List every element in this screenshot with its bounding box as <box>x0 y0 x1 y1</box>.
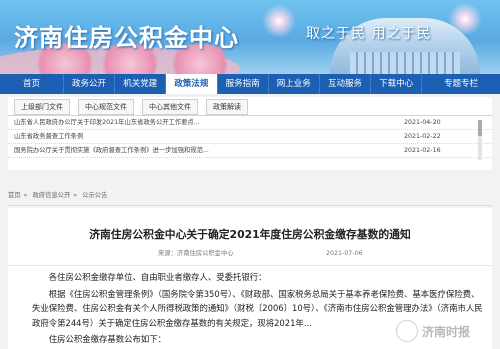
site-title: 济南住房公积金中心 <box>14 24 239 52</box>
breadcrumb-announcements[interactable]: 公示公告 <box>82 192 107 199</box>
list-item[interactable]: 山东省政务督查工作条例 2021-02-22 <box>8 130 492 144</box>
subnav-superior-documents[interactable]: 上级部门文件 <box>14 99 70 115</box>
breadcrumb-separator: » <box>73 192 78 199</box>
document-list: 山东省人民政府办公厅关于印发2021年山东省政务公开工作要点... 2021-0… <box>8 116 492 170</box>
nav-download-center[interactable]: 下载中心 <box>371 74 423 94</box>
breadcrumb: 首页» 政府信息公开» 公示公告 <box>8 190 110 202</box>
subnav-center-other-documents[interactable]: 中心其他文件 <box>142 99 198 115</box>
main-navigation: 首页 政务公开 机关党建 政策法规 服务指南 网上业务 互动服务 下载中心 专题… <box>0 74 500 94</box>
nav-government-affairs[interactable]: 政务公开 <box>64 74 116 94</box>
header-banner: 济南住房公积金中心 取之于民 用之于民 <box>0 0 500 74</box>
list-item-title[interactable]: 国务院办公厅关于贯彻实施《政府督查工作条例》进一步加强和规范... <box>14 147 209 154</box>
firework-decoration <box>262 4 296 38</box>
subnav-policy-interpretation[interactable]: 政策解读 <box>206 99 248 115</box>
nav-party-building[interactable]: 机关党建 <box>115 74 167 94</box>
site-slogan: 取之于民 用之于民 <box>306 26 432 42</box>
list-item[interactable]: 山东省人民政府办公厅关于印发2021年山东省政务公开工作要点... 2021-0… <box>8 116 492 130</box>
list-item[interactable]: 国务院办公厅关于贯彻实施《政府督查工作条例》进一步加强和规范... 2021-0… <box>8 144 492 158</box>
article-date: 2021-07-06 <box>326 250 363 257</box>
list-item-title[interactable]: 山东省人民政府办公厅关于印发2021年山东省政务公开工作要点... <box>14 119 200 126</box>
breadcrumb-separator: » <box>23 192 28 199</box>
nav-interactive-service[interactable]: 互动服务 <box>320 74 372 94</box>
article-paragraph: 各住房公积金缴存单位、自由职业者缴存人、受委托银行： <box>48 272 267 282</box>
article-meta: 来源：济南住房公积金中心 2021-07-06 <box>8 248 492 266</box>
nav-home[interactable]: 首页 <box>0 74 64 94</box>
article-title: 济南住房公积金中心关于确定2021年度住房公积金缴存基数的通知 <box>89 228 411 241</box>
nav-policies[interactable]: 政策法规 <box>166 74 218 94</box>
list-item-title[interactable]: 山东省政务督查工作条例 <box>14 133 83 140</box>
divider <box>8 205 492 206</box>
watermark-text: 济南时报 <box>422 324 471 339</box>
nav-online-business[interactable]: 网上业务 <box>269 74 320 94</box>
watermark-logo-icon <box>396 320 418 342</box>
list-item-date: 2021-04-20 <box>404 119 441 126</box>
subnav-center-regulations[interactable]: 中心规范文件 <box>78 99 134 115</box>
article-source: 来源：济南住房公积金中心 <box>158 250 234 257</box>
nav-special-topics[interactable]: 专题专栏 <box>422 74 500 94</box>
list-item-date: 2021-02-22 <box>404 133 441 140</box>
list-item-date: 2021-02-16 <box>404 147 441 154</box>
nav-service-guide[interactable]: 服务指南 <box>218 74 269 94</box>
breadcrumb-home[interactable]: 首页 <box>8 192 21 199</box>
list-scrollbar[interactable] <box>478 120 482 160</box>
breadcrumb-info-disclosure[interactable]: 政府信息公开 <box>32 192 70 199</box>
watermark: 济南时报 <box>396 320 496 342</box>
sub-navigation: 上级部门文件 中心规范文件 中心其他文件 政策解读 <box>8 97 492 116</box>
